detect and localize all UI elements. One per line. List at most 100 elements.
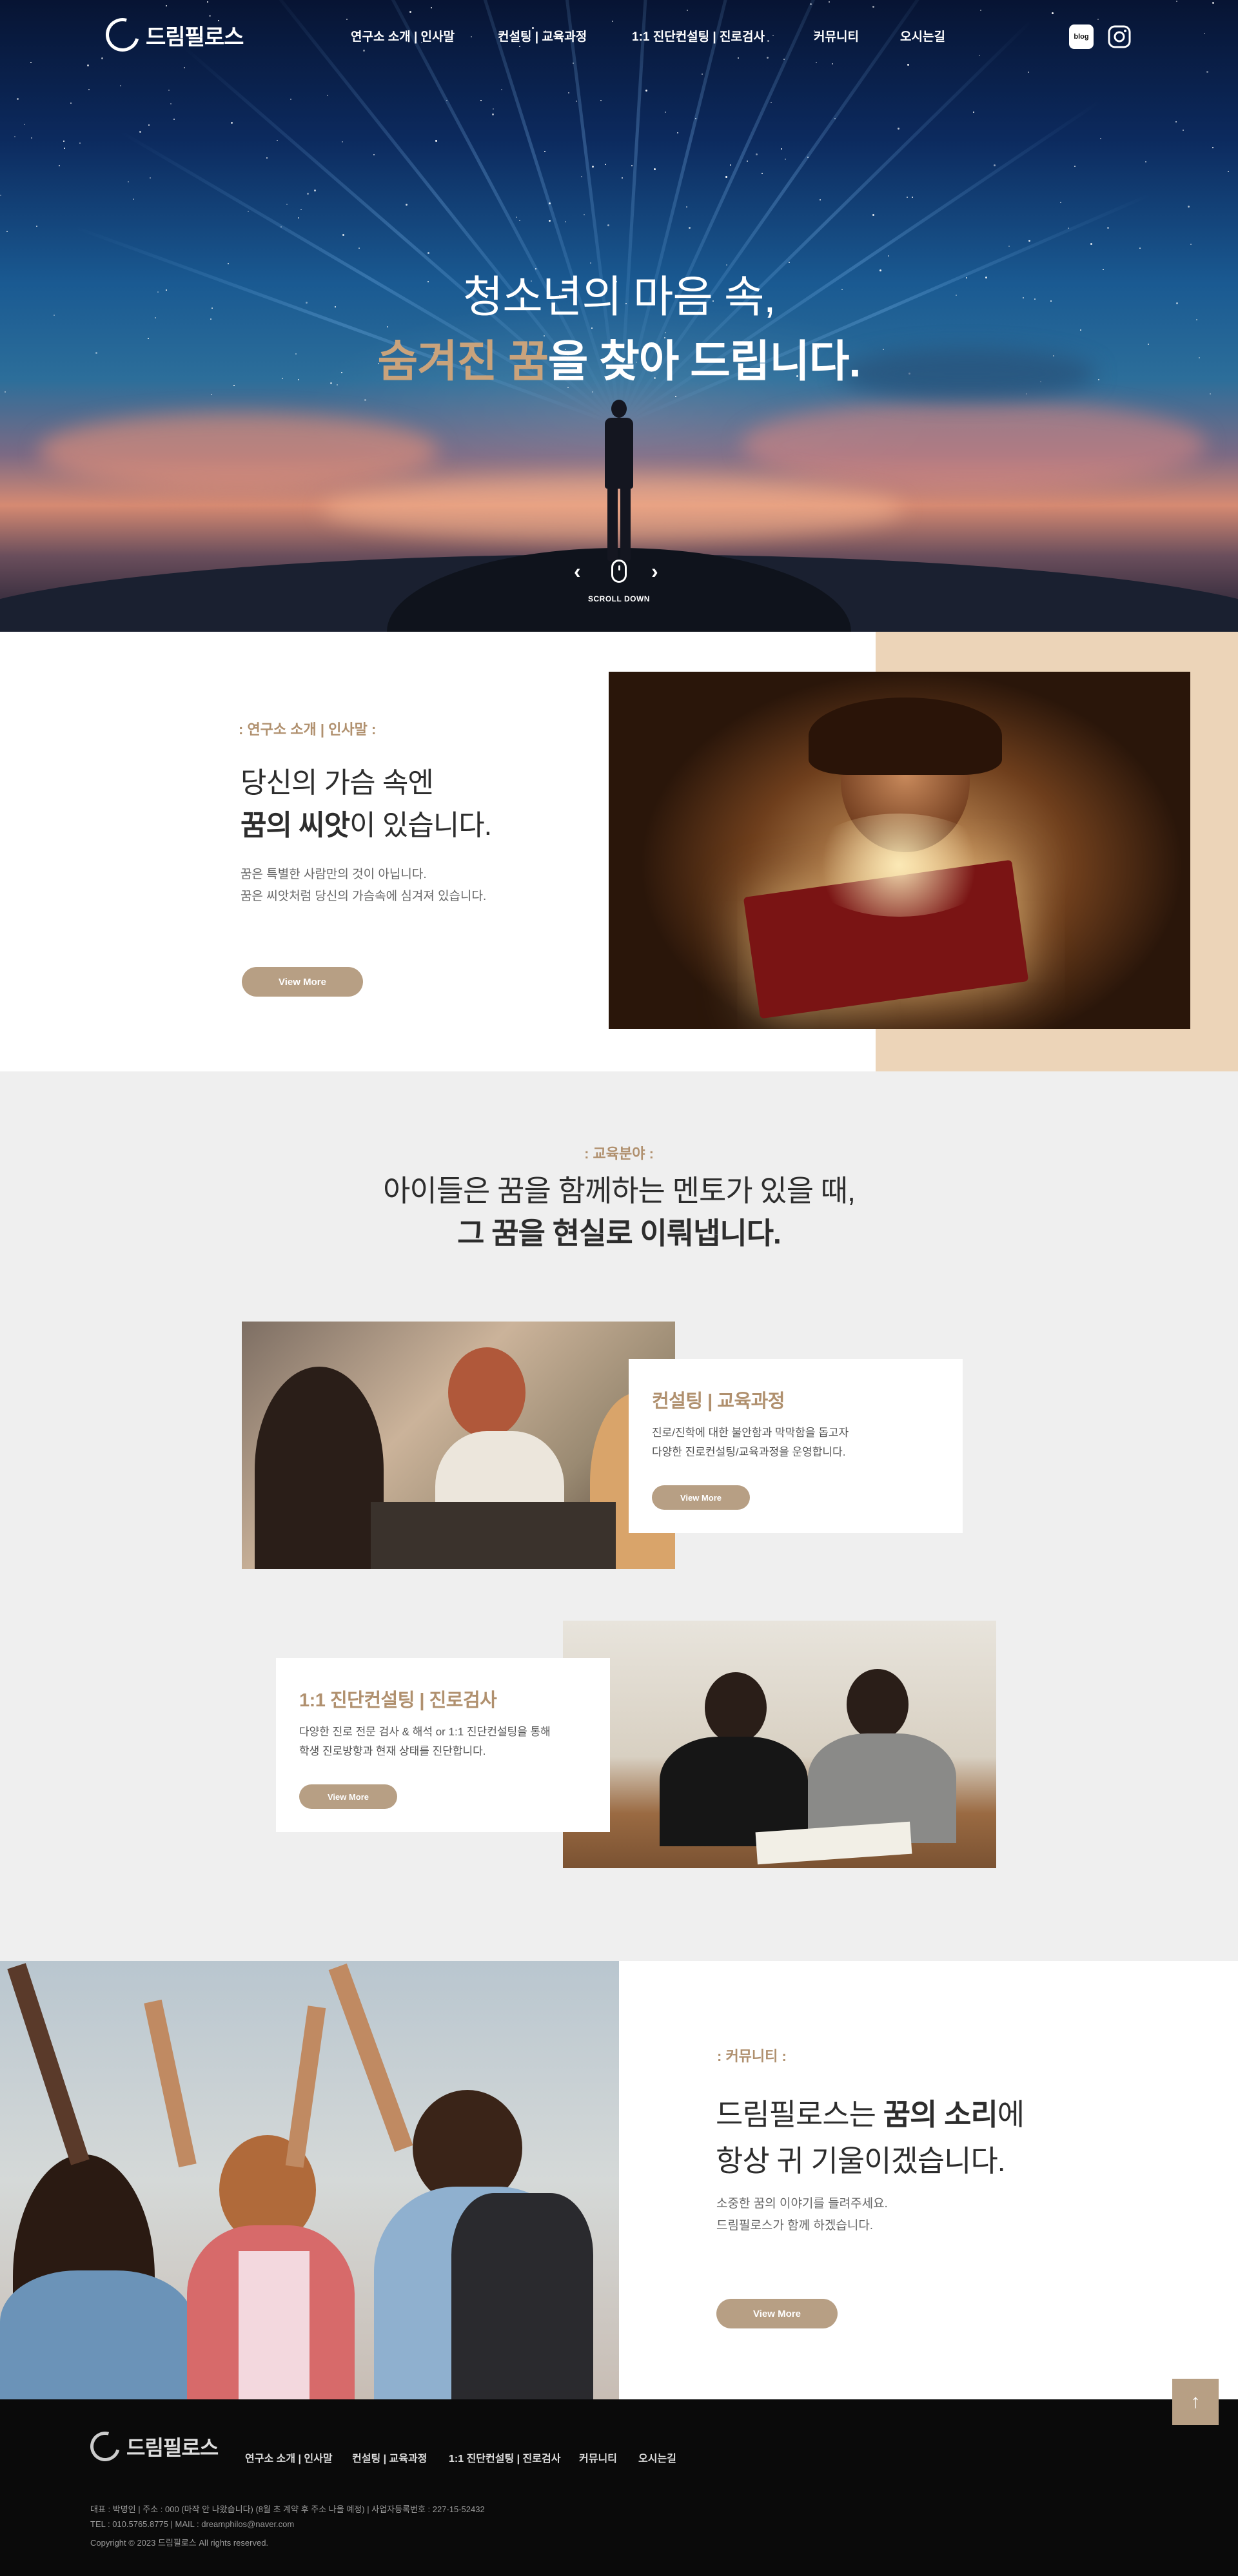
kids-celebrating-image <box>0 1961 619 2399</box>
chevron-left-icon[interactable]: ‹ <box>574 560 581 583</box>
star <box>665 112 666 113</box>
star <box>872 214 874 216</box>
star <box>1090 243 1092 245</box>
star <box>973 112 974 113</box>
star <box>211 394 212 395</box>
star <box>70 102 72 104</box>
star <box>568 92 569 93</box>
star <box>231 122 233 124</box>
person-silhouette <box>600 400 638 561</box>
star <box>290 99 291 100</box>
star <box>63 141 64 142</box>
mentor-tutoring-image <box>563 1621 996 1868</box>
hero-title-text: 찾아 드립니다. <box>599 337 861 386</box>
star <box>5 391 6 393</box>
star <box>24 124 25 125</box>
intro-heading: 당신의 가슴 속엔 꿈의 씨앗이 있습니다. <box>241 762 492 847</box>
star <box>771 102 772 103</box>
star <box>14 136 15 137</box>
star <box>1060 202 1061 203</box>
star <box>1210 393 1211 395</box>
footer-contact-info: TEL : 010.5765.8775 | MAIL : dreamphilos… <box>90 2519 295 2529</box>
star <box>501 89 502 90</box>
community-heading-highlight: 꿈의 소리 <box>883 2098 998 2131</box>
star <box>592 166 594 168</box>
star <box>607 224 609 226</box>
star <box>168 90 170 91</box>
footer-nav-community[interactable]: 커뮤니티 <box>579 2450 617 2465</box>
star <box>1100 138 1101 139</box>
star <box>1107 227 1109 229</box>
intro-section: : 연구소 소개 | 인사말 : 당신의 가슴 속엔 꿈의 씨앗이 있습니다. … <box>0 632 1238 1071</box>
instagram-icon[interactable] <box>1107 24 1132 49</box>
scroll-down-indicator[interactable] <box>603 560 635 583</box>
star <box>730 164 731 166</box>
footer-logo[interactable]: 드림필로스 <box>84 2426 219 2467</box>
star <box>654 168 656 170</box>
star <box>888 255 889 257</box>
star <box>747 161 748 162</box>
star <box>1028 240 1030 242</box>
star <box>492 113 494 115</box>
star <box>133 199 134 200</box>
star <box>761 173 763 174</box>
consulting-card-description: 진로/진학에 대한 불안함과 막막함을 돕고자 다양한 진로컨설팅/교육과정을 … <box>652 1423 849 1462</box>
education-heading-line1: 아이들은 꿈을 함께하는 멘토가 있을 때, <box>383 1174 856 1207</box>
star <box>907 197 908 198</box>
star <box>79 142 81 144</box>
star <box>286 204 288 205</box>
star <box>427 252 429 254</box>
star <box>277 140 278 141</box>
star <box>364 399 366 401</box>
cloud <box>742 400 1206 490</box>
nav-item-community[interactable]: 커뮤니티 <box>814 27 859 44</box>
star <box>605 164 606 165</box>
cloud <box>39 413 438 490</box>
blog-icon[interactable]: blog <box>1069 24 1094 49</box>
consulting-card[interactable]: 컨설팅 | 교육과정 진로/진학에 대한 불안함과 막막함을 돕고자 다양한 진… <box>629 1359 963 1533</box>
star <box>1175 121 1177 122</box>
star <box>314 190 316 191</box>
diagnosis-view-more-button[interactable]: View More <box>299 1784 397 1809</box>
star <box>1145 161 1146 162</box>
nav-item-about[interactable]: 연구소 소개 | 인사말 <box>351 27 455 44</box>
star <box>1190 244 1192 245</box>
community-tag: : 커뮤니티 : <box>717 2048 787 2064</box>
footer-nav-consulting[interactable]: 컨설팅 | 교육과정 <box>352 2450 427 2465</box>
intro-desc-line: 꿈은 특별한 사람만의 것이 아닙니다. <box>241 868 427 881</box>
hero-banner: 청소년의 마음 속, 숨겨진 꿈을 찾아 드립니다. ‹ › SCROLL DO… <box>0 0 1238 632</box>
diagnosis-card[interactable]: 1:1 진단컨설팅 | 진로검사 다양한 진로 전문 검사 & 해석 or 1:… <box>276 1658 610 1832</box>
scroll-to-top-button[interactable]: ↑ <box>1172 2379 1219 2425</box>
mouse-icon <box>611 560 627 583</box>
star <box>584 214 585 215</box>
star <box>139 131 141 133</box>
community-desc-line: 소중한 꿈의 이야기를 들려주세요. <box>716 2197 888 2210</box>
star <box>1228 171 1229 172</box>
star <box>1212 147 1213 148</box>
nav-item-diagnosis[interactable]: 1:1 진단컨설팅 | 진로검사 <box>632 27 765 44</box>
star <box>756 153 758 155</box>
intro-desc-line: 꿈은 씨앗처럼 당신의 가슴속에 심겨져 있습니다. <box>241 890 487 903</box>
star <box>36 226 37 227</box>
consulting-card-title: 컨설팅 | 교육과정 <box>652 1391 785 1412</box>
star <box>342 234 344 236</box>
nav-item-directions[interactable]: 오시는길 <box>900 27 945 44</box>
footer-nav-diagnosis[interactable]: 1:1 진단컨설팅 | 진로검사 <box>449 2450 560 2465</box>
intro-view-more-button[interactable]: View More <box>242 967 363 997</box>
star <box>342 141 343 142</box>
scroll-down-label: SCROLL DOWN <box>588 594 650 603</box>
star <box>702 73 703 75</box>
site-footer: 드림필로스 연구소 소개 | 인사말 컨설팅 | 교육과정 1:1 진단컨설팅 … <box>0 2399 1238 2576</box>
star <box>0 195 1 196</box>
intro-heading-line2: 꿈의 씨앗이 있습니다. <box>241 805 492 847</box>
community-view-more-button[interactable]: View More <box>716 2299 838 2328</box>
community-description: 소중한 꿈의 이야기를 들려주세요. 드림필로스가 함께 하겠습니다. <box>716 2193 888 2237</box>
star <box>1008 246 1010 247</box>
footer-nav-directions[interactable]: 오시는길 <box>638 2450 676 2465</box>
footer-nav-about[interactable]: 연구소 소개 | 인사말 <box>245 2450 333 2465</box>
nav-item-consulting[interactable]: 컨설팅 | 교육과정 <box>498 27 587 44</box>
chevron-right-icon[interactable]: › <box>651 560 658 583</box>
star <box>898 128 899 130</box>
consulting-view-more-button[interactable]: View More <box>652 1485 750 1510</box>
star <box>622 177 623 179</box>
